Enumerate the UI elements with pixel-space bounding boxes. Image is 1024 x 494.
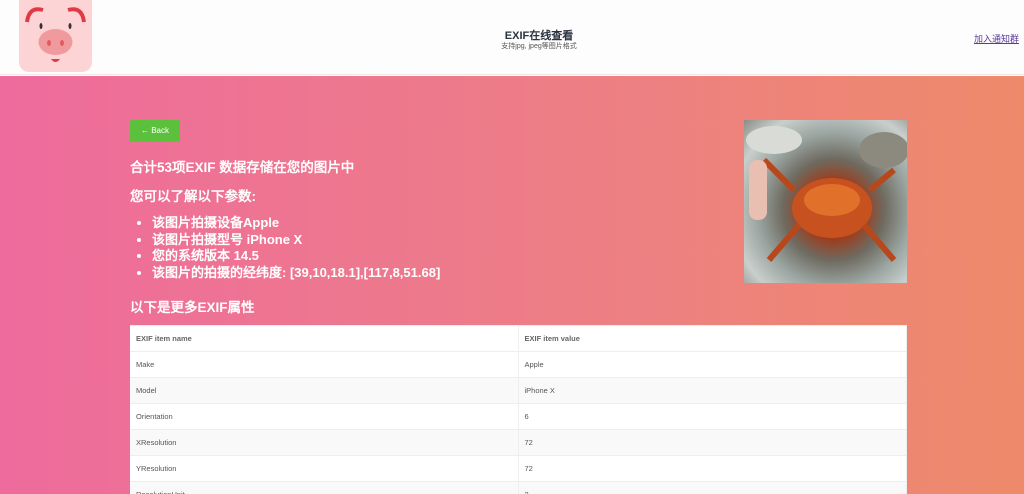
exif-value-cell: 6 [518, 403, 907, 430]
table-row: YResolution 72 [130, 455, 907, 482]
exif-value-cell: Apple [518, 351, 907, 378]
exif-value-cell: 2 [518, 481, 907, 494]
exif-name-cell: Orientation [130, 403, 519, 430]
column-header-name: EXIF item name [130, 325, 519, 352]
exif-value-cell: 72 [518, 429, 907, 456]
table-row: Make Apple [130, 351, 907, 378]
params-intro: 您可以了解以下参数: [130, 189, 256, 204]
fact-os: 您的系统版本 14.5 [152, 248, 440, 265]
exif-name-cell: Model [130, 377, 519, 404]
exif-name-cell: YResolution [130, 455, 519, 482]
fact-model: 该图片拍摄型号 iPhone X [152, 232, 440, 249]
table-row: ResolutionUnit2 [130, 481, 907, 494]
uploaded-photo [744, 120, 907, 283]
table-row: Model iPhone X [130, 377, 907, 404]
fact-gps: 该图片的拍摄的经纬度: [39,10,18.1],[117,8,51.68] [152, 265, 440, 282]
exif-value-cell: 72 [518, 455, 907, 482]
exif-table: EXIF item name EXIF item value Make Apple… [130, 325, 907, 494]
exif-summary: 合计53项EXIF 数据存储在您的图片中 [130, 160, 355, 175]
site-subtitle: 支持jpg, jpeg等图片格式 [501, 43, 577, 50]
table-row: XResolution 72 [130, 429, 907, 456]
exif-name-cell: Make [130, 351, 519, 378]
exif-name-cell: ResolutionUnit [130, 481, 519, 494]
back-button[interactable]: ← Back [130, 120, 180, 142]
exif-name-cell: XResolution [130, 429, 519, 456]
table-header-row: EXIF item name EXIF item value [130, 325, 907, 352]
facts-list: 该图片拍摄设备Apple 该图片拍摄型号 iPhone X 您的系统版本 14.… [152, 215, 440, 281]
fact-device: 该图片拍摄设备Apple [152, 215, 440, 232]
more-heading: 以下是更多EXIF属性 [130, 300, 255, 315]
column-header-value: EXIF item value [518, 325, 907, 352]
join-group-link[interactable]: 加入通知群 [974, 32, 1019, 45]
table-row: Orientation 6 [130, 403, 907, 430]
main-content: ← Back 合计53项EXIF 数据存储在您的图片中 您可以了解以下参数: 该… [0, 76, 1024, 494]
exif-value-cell: iPhone X [518, 377, 907, 404]
site-header: EXIF在线查看 支持jpg, jpeg等图片格式 加入通知群 [0, 0, 1024, 75]
